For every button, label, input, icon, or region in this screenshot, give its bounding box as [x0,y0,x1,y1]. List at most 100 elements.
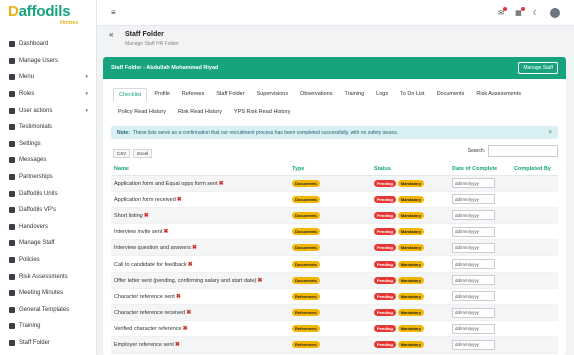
close-icon[interactable]: × [548,130,552,136]
tab-referees[interactable]: Referees [177,88,209,102]
sidebar-item-meeting-minutes[interactable]: Meeting Minutes [0,285,96,302]
row-status-cell: Pending Mandatory [371,207,449,225]
col-name-header[interactable]: Name [111,163,289,176]
sidebar-item-label: Training [19,323,41,330]
manage-staff-button[interactable]: Manage Staff [518,62,558,74]
status-badge: Pending [374,325,396,333]
date-complete-input[interactable]: dd/mm/yyyy [452,323,495,334]
dark-mode-icon[interactable]: ☾ [533,9,539,17]
row-name-cell: Interview question and answers✖ [111,239,289,257]
row-date-cell: dd/mm/yyyy [449,223,511,241]
incomplete-x-icon: ✖ [218,180,224,187]
sidebar-item-partnerships[interactable]: Partnerships [0,169,96,186]
topbar-actions: ✉ ▦ ☾ [498,6,560,18]
type-badge: Documents [292,260,320,268]
page-header: « Staff Folder Manage Staff HR Folder [97,26,574,54]
mandatory-badge: Mandatory [397,325,425,333]
tab-policy-read-history[interactable]: Policy Read History [113,106,171,118]
col-completed-by-header[interactable]: Completed By [511,163,558,176]
menu-toggle-icon[interactable]: ≡ [111,8,116,17]
tab-logs[interactable]: Logs [371,88,393,102]
date-complete-input[interactable]: dd/mm/yyyy [452,210,495,221]
table-header-row: Name Type Status Date of Complete Comple… [111,163,558,176]
sidebar-item-risk-assessments[interactable]: Risk Assessments [0,268,96,285]
date-complete-input[interactable]: dd/mm/yyyy [452,194,495,205]
export-buttons: CSV Excel [113,149,153,158]
tab-risk-read-history[interactable]: Risk Read History [173,106,227,118]
tab-supervisions[interactable]: Supervisions [252,88,294,102]
avatar[interactable] [550,7,560,18]
table-row: Interview question and answers✖ Documents… [111,239,558,257]
incomplete-x-icon: ✖ [192,245,198,252]
row-name-cell: Application form received✖ [111,191,289,208]
table-row: Character reference received✖ References P… [111,304,558,322]
row-name: Employer reference sent [114,342,174,349]
alert-label: Note: [117,129,130,136]
daffodils-units-icon [9,190,15,197]
chevron-down-icon: ▾ [85,91,88,98]
date-complete-input[interactable]: dd/mm/yyyy [452,291,495,302]
sidebar-item-daffodils-vp-s[interactable]: Daffodils VP's [0,202,96,219]
search-input[interactable] [488,145,558,157]
sidebar-item-dashboard[interactable]: Dashboard [0,36,96,53]
sidebar-item-user-actions[interactable]: User actions ▾ [0,102,96,119]
sidebar-item-training[interactable]: Training [0,318,96,335]
brand-logo[interactable]: Daffodils Homes [0,0,96,36]
date-complete-input[interactable]: dd/mm/yyyy [452,339,495,350]
tab-staff-folder[interactable]: Staff Folder [211,88,249,102]
table-row: Short listing✖ Documents Pending Mandatory d… [111,207,558,225]
row-completed-by-cell [511,191,558,208]
sidebar-item-menu[interactable]: Menu ▾ [0,69,96,86]
date-complete-input[interactable]: dd/mm/yyyy [452,259,495,270]
col-date-header[interactable]: Date of Complete [449,163,511,176]
sidebar-item-staff-folder[interactable]: Staff Folder [0,335,96,352]
status-badge: Pending [374,195,396,203]
sidebar-item-label: Messages [19,157,47,164]
sidebar-item-label: General Templates [19,306,70,313]
sidebar-item-messages[interactable]: Messages [0,152,96,169]
col-status-header[interactable]: Status [371,163,449,176]
sidebar-item-general-templates[interactable]: General Templates [0,302,96,319]
date-complete-input[interactable]: dd/mm/yyyy [452,307,495,318]
tab-documents[interactable]: Documents [432,88,470,102]
tab-observations[interactable]: Observations [295,88,337,102]
row-name: Character reference sent [114,293,175,300]
row-name-cell: Short listing✖ [111,207,289,225]
row-completed-by-cell [511,336,558,354]
csv-button[interactable]: CSV [113,149,131,158]
sidebar-item-manage-users[interactable]: Manage Users [0,53,96,70]
chevron-down-icon: ▾ [85,74,88,81]
sidebar-item-policies[interactable]: Policies [0,252,96,269]
date-complete-input[interactable]: dd/mm/yyyy [452,178,495,189]
mandatory-badge: Mandatory [397,260,425,268]
sidebar-item-roles[interactable]: Roles ▾ [0,86,96,103]
sidebar-item-settings[interactable]: Settings [0,136,96,153]
date-complete-input[interactable]: dd/mm/yyyy [452,242,495,253]
sidebar-item-manage-staff[interactable]: Manage Staff [0,235,96,252]
sidebar-item-label: Menu [19,74,35,81]
col-type-header[interactable]: Type [289,163,371,176]
tab-profile[interactable]: Profile [149,88,175,102]
date-complete-input[interactable]: dd/mm/yyyy [452,275,495,286]
row-name-cell: Offer letter sent (pending, confirming s… [111,272,289,289]
tab-risk-assessments[interactable]: Risk Assessments [471,88,526,102]
apps-grid-icon[interactable]: ▦ [515,6,525,17]
sidebar-item-daffodils-units[interactable]: Daffodils Units [0,185,96,202]
sidebar-item-label: Meeting Minutes [19,290,64,297]
tab-yps-risk-read-history[interactable]: YPS Risk Read History [229,106,296,118]
date-complete-input[interactable]: dd/mm/yyyy [452,226,495,237]
sidebar-item-label: Daffodils Units [19,190,58,197]
row-type-cell: Documents [289,207,371,225]
sidebar-item-handovers[interactable]: Handovers [0,219,96,236]
mail-icon[interactable]: ✉ [498,6,508,17]
tab-to-do-list[interactable]: To Do List [395,88,429,102]
roles-icon [9,91,15,98]
excel-button[interactable]: Excel [133,149,153,158]
row-name: Offer letter sent (pending, confirming s… [114,277,257,284]
back-icon[interactable]: « [109,30,113,39]
status-badge: Pending [374,244,396,252]
tab-training[interactable]: Training [339,88,369,102]
grid-glyph: ▦ [515,9,522,17]
sidebar-item-testimonials[interactable]: Testimonials [0,119,96,136]
tab-checklist[interactable]: Checklist [113,88,148,102]
